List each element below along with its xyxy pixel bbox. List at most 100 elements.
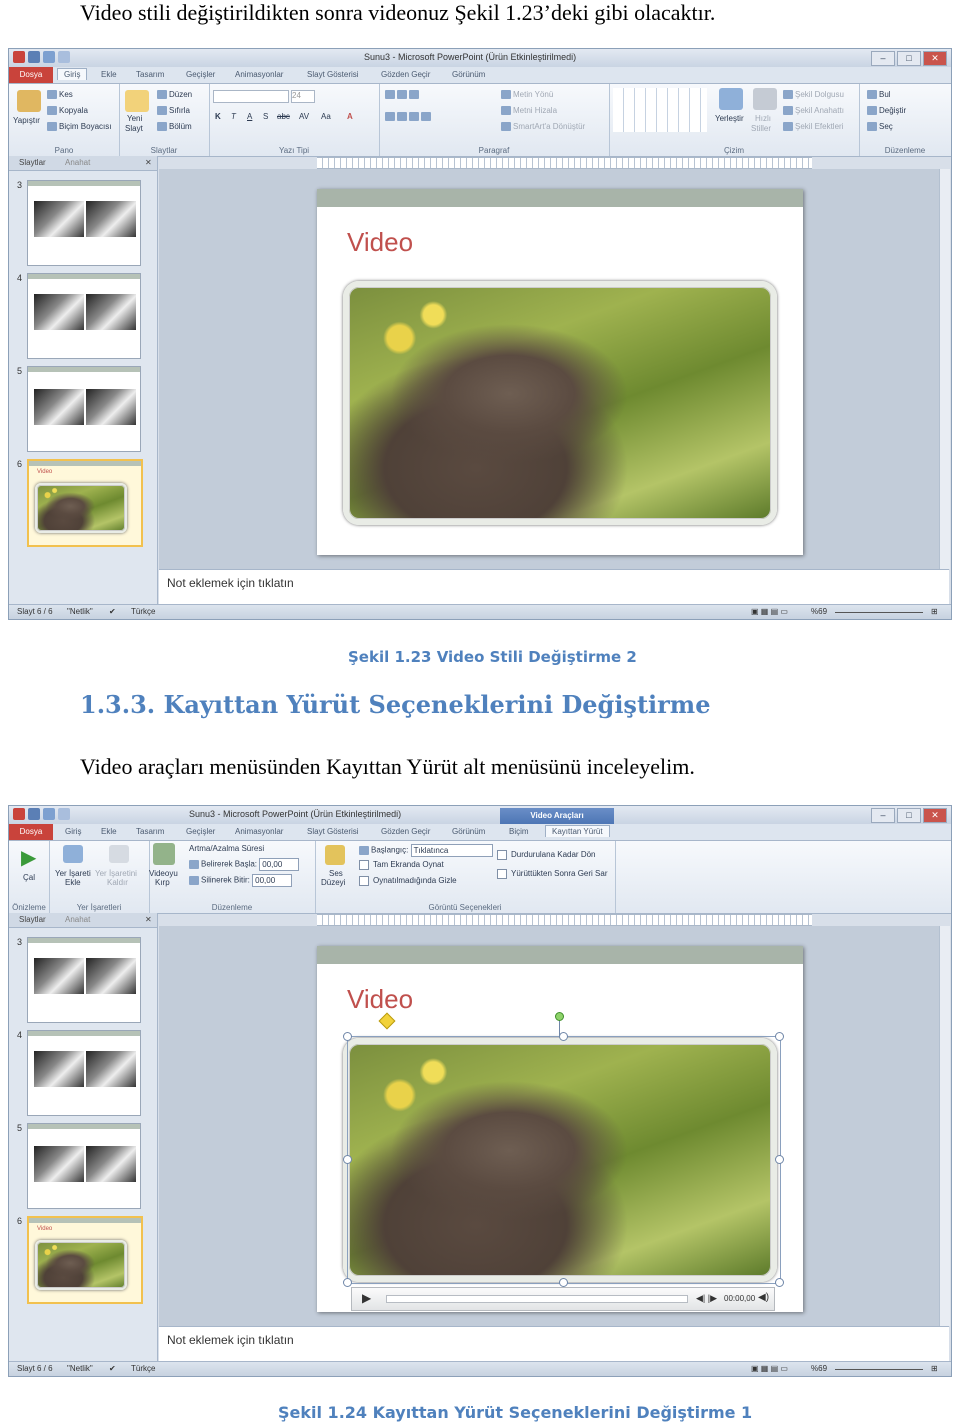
slide-thumbnail-selected[interactable]: Video — [27, 459, 143, 547]
trim-video-label-2[interactable]: Kırp — [155, 878, 170, 887]
notes-placeholder[interactable]: Not eklemek için tıklatın — [167, 1333, 294, 1347]
slide-thumbnail[interactable] — [27, 1123, 141, 1209]
redo-icon[interactable] — [58, 808, 70, 820]
view-buttons-icon[interactable]: ▣ ▦ ▤ ▭ — [751, 1364, 788, 1373]
tab-design[interactable]: Tasarım — [136, 827, 164, 836]
new-slide-icon[interactable] — [125, 90, 149, 112]
tab-home[interactable]: Giriş — [65, 827, 81, 836]
volume-label-2[interactable]: Düzeyi — [321, 878, 345, 887]
fit-window-icon[interactable]: ⊞ — [931, 1364, 938, 1373]
add-bookmark-label-2[interactable]: Ekle — [65, 878, 81, 887]
arrange-button[interactable]: Yerleştir — [715, 114, 744, 123]
resize-handle[interactable] — [343, 1155, 352, 1164]
redo-icon[interactable] — [58, 51, 70, 63]
undo-icon[interactable] — [43, 808, 55, 820]
copy-button[interactable]: Kopyala — [47, 106, 88, 116]
play-button[interactable]: Çal — [23, 873, 35, 882]
slide-thumbnail[interactable] — [27, 366, 141, 452]
paste-button[interactable]: Yapıştır — [13, 116, 40, 125]
resize-handle[interactable] — [775, 1278, 784, 1287]
save-icon[interactable] — [28, 808, 40, 820]
fullscreen-option[interactable]: Tam Ekranda Oynat — [359, 860, 444, 870]
tab-format[interactable]: Biçim — [509, 827, 529, 836]
quick-styles-label-2[interactable]: Stiller — [751, 124, 771, 133]
smartart-button[interactable]: SmartArt'a Dönüştür — [501, 122, 585, 132]
tab-slides[interactable]: Slaytlar — [19, 158, 46, 167]
reset-button[interactable]: Sıfırla — [157, 106, 190, 116]
shadow-button[interactable]: S — [263, 112, 268, 121]
shape-effects-button[interactable]: Şekil Efektleri — [783, 122, 843, 132]
resize-handle[interactable] — [343, 1032, 352, 1041]
fade-in-row[interactable]: Belirerek Başla: 00,00 — [189, 858, 300, 871]
zoom-slider[interactable] — [835, 1369, 923, 1370]
tab-transitions[interactable]: Geçişler — [186, 70, 215, 79]
fade-out-row[interactable]: Silinerek Bitir: 00,00 — [189, 874, 293, 887]
close-button[interactable]: ✕ — [923, 51, 947, 66]
hide-checkbox[interactable] — [359, 876, 369, 886]
layout-button[interactable]: Düzen — [157, 90, 192, 100]
slide-title[interactable]: Video — [347, 227, 413, 258]
rewind-option[interactable]: Yürüttükten Sonra Geri Sar — [497, 869, 608, 879]
maximize-button[interactable]: □ — [897, 808, 921, 823]
tab-view[interactable]: Görünüm — [452, 827, 485, 836]
tab-design[interactable]: Tasarım — [136, 70, 164, 79]
resize-handle[interactable] — [559, 1032, 568, 1041]
alignment-buttons[interactable] — [385, 112, 433, 122]
trim-video-label-1[interactable]: Videoyu — [149, 869, 178, 878]
start-select[interactable]: Tıklatınca — [410, 844, 493, 857]
loop-checkbox[interactable] — [497, 850, 507, 860]
tab-animations[interactable]: Animasyonlar — [235, 70, 283, 79]
slide-thumbnail[interactable] — [27, 1030, 141, 1116]
paste-icon[interactable] — [17, 90, 41, 112]
status-language[interactable]: Türkçe — [131, 1364, 155, 1373]
save-icon[interactable] — [28, 51, 40, 63]
hide-option[interactable]: Oynatılmadığında Gizle — [359, 876, 457, 886]
zoom-level[interactable]: %69 — [811, 1364, 827, 1373]
quick-styles-label-1[interactable]: Hızlı — [755, 114, 771, 123]
loop-option[interactable]: Durdurulana Kadar Dön — [497, 850, 596, 860]
tab-review[interactable]: Gözden Geçir — [381, 827, 430, 836]
remove-bookmark-label-1[interactable]: Yer İşaretini — [95, 869, 137, 878]
tab-outline[interactable]: Anahat — [65, 915, 90, 924]
undo-icon[interactable] — [43, 51, 55, 63]
status-language[interactable]: Türkçe — [131, 607, 155, 616]
slide-thumbnail[interactable] — [27, 937, 141, 1023]
spellcheck-icon[interactable]: ✔ — [109, 607, 116, 616]
tab-transitions[interactable]: Geçişler — [186, 827, 215, 836]
notes-pane[interactable]: Not eklemek için tıklatın — [159, 569, 949, 604]
bold-button[interactable]: K — [215, 112, 221, 121]
quick-styles-icon[interactable] — [753, 88, 777, 110]
zoom-slider[interactable] — [835, 612, 923, 613]
new-slide-label-2[interactable]: Slayt — [125, 124, 143, 133]
tab-insert[interactable]: Ekle — [101, 827, 117, 836]
resize-handle[interactable] — [775, 1155, 784, 1164]
tab-file[interactable]: Dosya — [9, 67, 53, 83]
minimize-button[interactable]: – — [871, 808, 895, 823]
slide-thumbnail[interactable] — [27, 180, 141, 266]
trim-video-icon[interactable] — [153, 843, 175, 865]
shape-outline-button[interactable]: Şekil Anahattı — [783, 106, 844, 116]
tab-playback[interactable]: Kayıttan Yürüt — [545, 825, 610, 837]
fade-in-input[interactable]: 00,00 — [259, 858, 300, 871]
tab-home[interactable]: Giriş — [57, 68, 88, 80]
player-play-icon[interactable]: ▶ — [362, 1291, 371, 1305]
video-frame[interactable] — [343, 281, 777, 525]
arrange-icon[interactable] — [719, 88, 743, 110]
resize-handle[interactable] — [343, 1278, 352, 1287]
rewind-checkbox[interactable] — [497, 869, 507, 879]
tab-review[interactable]: Gözden Geçir — [381, 70, 430, 79]
adjust-handle[interactable] — [378, 1012, 396, 1030]
replace-button[interactable]: Değiştir — [867, 106, 906, 116]
notes-pane[interactable]: Not eklemek için tıklatın — [159, 1326, 949, 1361]
italic-button[interactable]: T — [231, 112, 236, 121]
slide-thumbnail-selected[interactable]: Video — [27, 1216, 143, 1304]
panel-close-icon[interactable]: ✕ — [145, 158, 152, 167]
vertical-scrollbar[interactable] — [939, 926, 950, 1326]
underline-button[interactable]: A — [247, 112, 252, 121]
player-step-icons[interactable]: ◀| |▶ — [696, 1293, 717, 1304]
maximize-button[interactable]: □ — [897, 51, 921, 66]
add-bookmark-label-1[interactable]: Yer İşareti — [55, 869, 91, 878]
tab-view[interactable]: Görünüm — [452, 70, 485, 79]
remove-bookmark-label-2[interactable]: Kaldır — [107, 878, 128, 887]
zoom-level[interactable]: %69 — [811, 607, 827, 616]
